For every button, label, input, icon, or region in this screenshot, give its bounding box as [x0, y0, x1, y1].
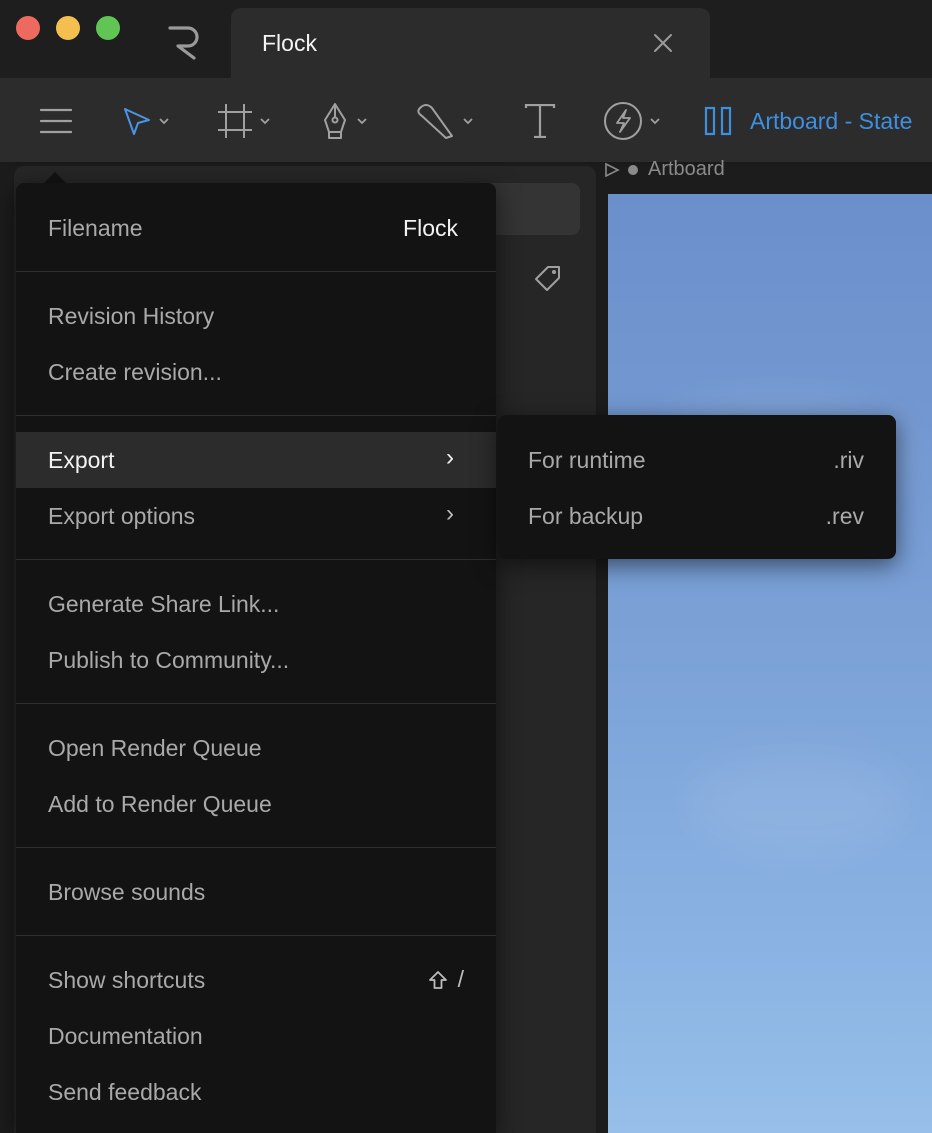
shift-key-icon [428, 970, 447, 989]
pen-tool-icon [324, 103, 346, 139]
menu-item-documentation[interactable]: Documentation [16, 1008, 496, 1064]
split-view-icon [704, 106, 732, 136]
file-extension: .rev [825, 503, 864, 529]
artboard-selector-label: Artboard - State [750, 107, 913, 134]
artboard-tag-label: Artboard [648, 158, 725, 180]
pen-tool-button[interactable] [320, 78, 368, 164]
menu-item-create-revision[interactable]: Create revision... [16, 344, 496, 400]
title-bar: Flock [0, 0, 932, 78]
menu-item-export-options[interactable]: Export options › [16, 488, 496, 544]
select-tool-button[interactable] [122, 78, 170, 164]
chevron-down-icon[interactable] [462, 117, 474, 125]
menu-divider [16, 415, 496, 416]
document-tab[interactable]: Flock [231, 8, 710, 78]
main-menu: Filename Flock Revision History Create r… [16, 183, 496, 1133]
chevron-down-icon[interactable] [259, 117, 271, 125]
procedural-shape-icon [417, 104, 453, 139]
window-minimize-button[interactable] [56, 16, 80, 40]
submenu-item-for-backup[interactable]: For backup .rev [498, 488, 896, 544]
animate-mode-button[interactable] [603, 78, 661, 164]
chevron-down-icon[interactable] [356, 117, 368, 125]
shortcut-hint: / [428, 966, 464, 993]
procedural-tool-button[interactable] [416, 78, 474, 164]
hamburger-menu-icon [40, 108, 72, 134]
menu-divider [16, 935, 496, 936]
artboard-dot [628, 164, 638, 175]
menu-item-revision-history[interactable]: Revision History [16, 288, 496, 344]
menu-divider [16, 559, 496, 560]
menu-filename-row[interactable]: Filename Flock [16, 200, 496, 256]
artboard-canvas[interactable] [608, 194, 932, 1133]
menu-item-export[interactable]: Export › [16, 432, 496, 488]
artboard-tool-button[interactable] [217, 78, 271, 164]
menu-item-generate-share-link[interactable]: Generate Share Link... [16, 576, 496, 632]
tab-title: Flock [262, 30, 317, 56]
artboard-tag[interactable]: Artboard [604, 158, 725, 181]
tag-icon[interactable] [534, 264, 562, 292]
close-tab-icon[interactable] [652, 32, 674, 54]
cloud [688, 754, 908, 854]
menu-divider [16, 847, 496, 848]
filename-value: Flock [403, 215, 458, 241]
menu-divider [16, 271, 496, 272]
menu-item-publish-to-community[interactable]: Publish to Community... [16, 632, 496, 688]
shortcut-key: / [457, 966, 464, 992]
window-close-button[interactable] [16, 16, 40, 40]
play-icon [605, 162, 620, 177]
text-tool-button[interactable] [524, 78, 556, 164]
text-tool-icon [524, 104, 556, 138]
bolt-circle-icon [604, 102, 642, 140]
menu-divider [16, 703, 496, 704]
artboard-selector[interactable]: Artboard - State [704, 78, 912, 164]
chevron-down-icon[interactable] [649, 117, 661, 125]
chevron-down-icon[interactable] [158, 117, 170, 125]
submenu-arrow-icon: › [446, 500, 454, 527]
window-maximize-button[interactable] [96, 16, 120, 40]
menu-item-browse-sounds[interactable]: Browse sounds [16, 864, 496, 920]
menu-item-send-feedback[interactable]: Send feedback [16, 1064, 496, 1120]
rive-logo-icon[interactable] [164, 24, 204, 60]
select-arrow-icon [124, 108, 150, 135]
artboard-frame-icon [218, 104, 252, 138]
main-menu-button[interactable] [40, 78, 72, 164]
submenu-arrow-icon: › [446, 444, 454, 471]
menu-item-show-shortcuts[interactable]: Show shortcuts / [16, 952, 496, 1008]
submenu-item-for-runtime[interactable]: For runtime .riv [498, 432, 896, 488]
filename-label: Filename [48, 215, 143, 241]
export-submenu: For runtime .riv For backup .rev [498, 415, 896, 559]
menu-item-add-to-render-queue[interactable]: Add to Render Queue [16, 776, 496, 832]
menu-item-open-render-queue[interactable]: Open Render Queue [16, 720, 496, 776]
toolbar: Artboard - State [0, 78, 932, 164]
file-extension: .riv [833, 447, 864, 473]
